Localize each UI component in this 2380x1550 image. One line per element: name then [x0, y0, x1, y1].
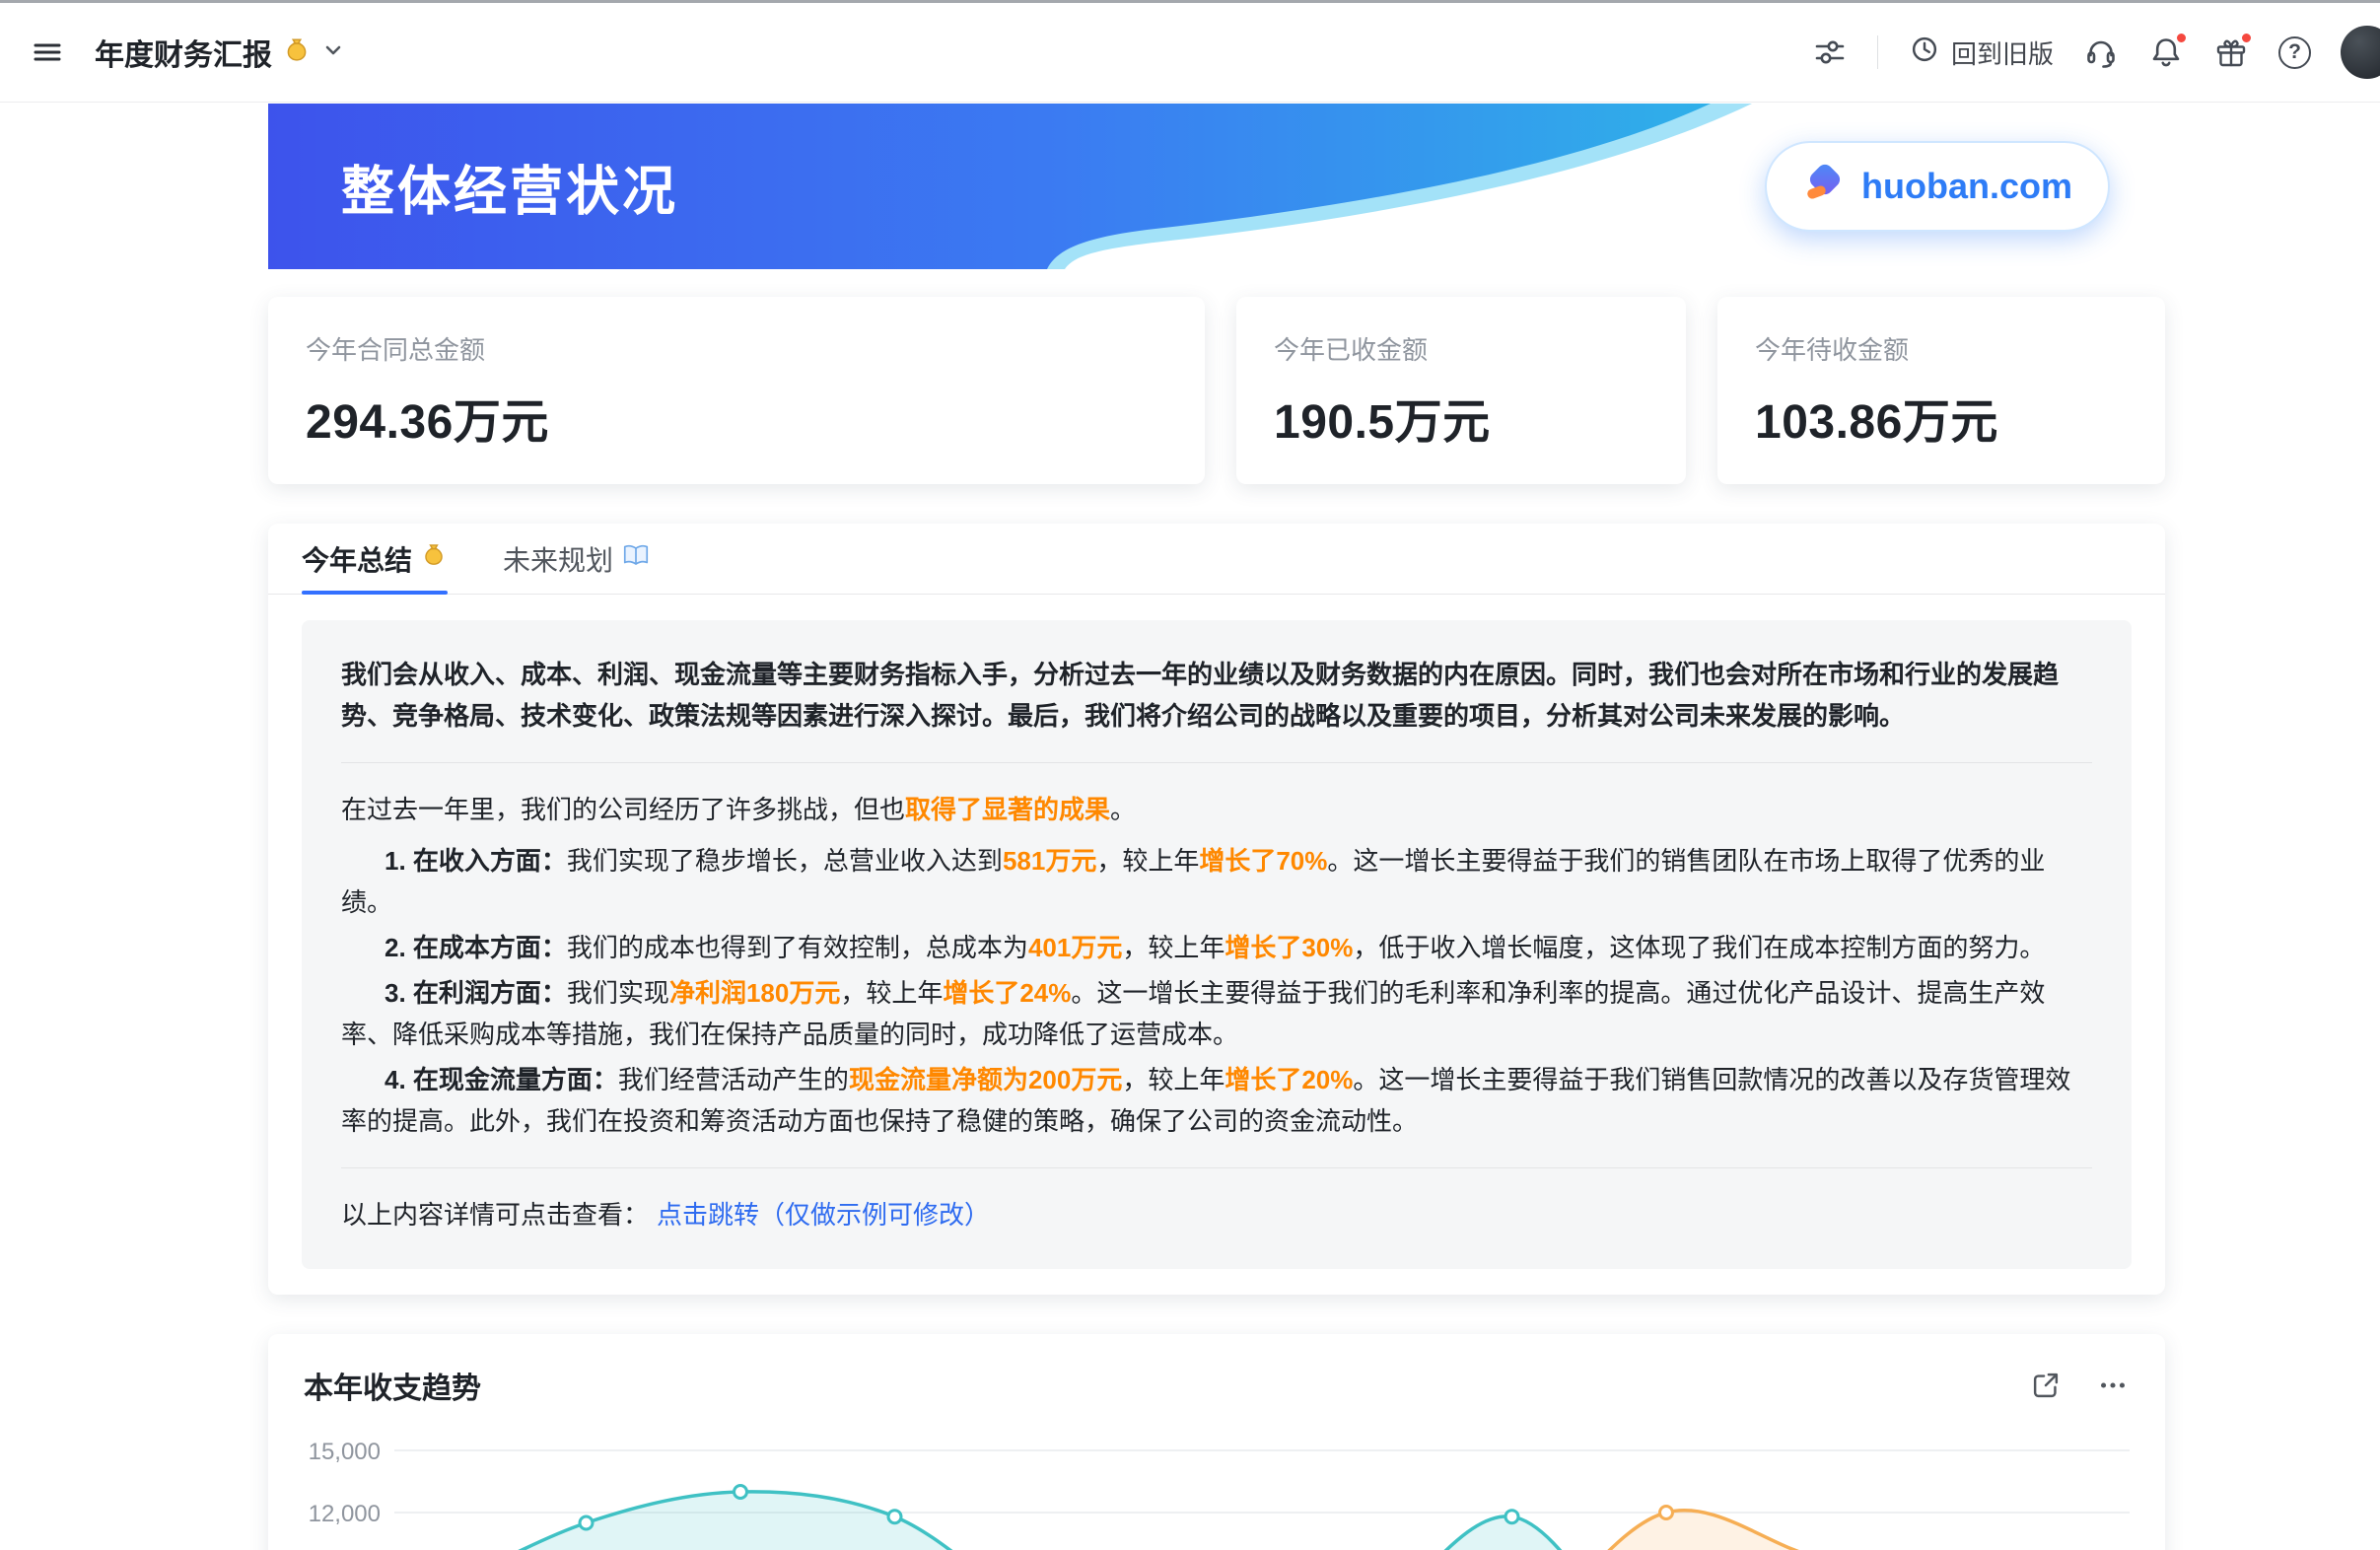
document-title[interactable]: 年度财务汇报	[95, 31, 345, 74]
huoban-logo-mark-icon	[1802, 163, 1846, 211]
history-icon	[1908, 33, 1941, 73]
open-book-icon	[621, 540, 651, 577]
chart-title: 本年收支趋势	[304, 1364, 481, 1407]
stat-value: 294.36万元	[306, 383, 1167, 452]
data-point[interactable]	[1660, 1507, 1673, 1519]
chart-actions	[2029, 1369, 2130, 1402]
chart-header: 本年收支趋势	[304, 1362, 2130, 1409]
summary-lead: 在过去一年里，我们的公司经历了许多挑战，但也取得了显著的成果。	[341, 789, 2092, 830]
bell-icon[interactable]	[2148, 35, 2184, 70]
stat-label: 今年待收金额	[1755, 330, 2128, 367]
huoban-logo-text: huoban.com	[1861, 166, 2072, 207]
summary-card: 今年总结 未来规划 我们会从收入、成本、利润	[268, 524, 2165, 1295]
divider	[341, 762, 2092, 763]
jump-link[interactable]: 点击跳转（仅做示例可修改）	[657, 1200, 990, 1230]
summary-content: 我们会从收入、成本、利润、现金流量等主要财务指标入手，分析过去一年的业绩以及财务…	[302, 620, 2132, 1269]
topbar: 年度财务汇报 回到旧版	[0, 3, 2380, 103]
display-settings-icon[interactable]	[1812, 35, 1848, 70]
user-avatar[interactable]	[2341, 26, 2380, 79]
gift-box-icon[interactable]	[2213, 35, 2249, 70]
summary-list-item: 1. 在收入方面：我们实现了稳步增长，总营业收入达到581万元，较上年增长了70…	[341, 840, 2092, 923]
main-content: 整体经营状况 huoban.com 今年合同总金额 294.36万元	[268, 104, 2165, 1550]
summary-footer-text: 以上内容详情可点击查看：	[341, 1200, 649, 1230]
topbar-divider	[1877, 35, 1878, 69]
summary-list-item: 3. 在利润方面：我们实现净利润180万元，较上年增长了24%。这一增长主要得益…	[341, 972, 2092, 1055]
trend-chart: 15,00012,0009,0006,0003,0000	[304, 1423, 2130, 1550]
chevron-down-icon	[321, 38, 345, 67]
hamburger-menu-icon[interactable]	[30, 35, 65, 70]
more-options-icon[interactable]	[2096, 1369, 2130, 1402]
trend-chart-card: 本年收支趋势 15,00012,0009,0006,0003,0000	[268, 1334, 2165, 1550]
headset-icon[interactable]	[2083, 35, 2119, 70]
stat-label: 今年合同总金额	[306, 330, 1167, 367]
tab-label: 今年总结	[302, 539, 412, 579]
y-axis-label: 12,000	[309, 1501, 381, 1527]
y-axis-label: 15,000	[309, 1439, 381, 1465]
money-bag-icon	[420, 541, 448, 576]
back-to-old-version-button[interactable]: 回到旧版	[1908, 33, 2054, 73]
help-icon[interactable]: ?	[2278, 36, 2311, 69]
chart-body: 15,00012,0009,0006,0003,0000	[304, 1423, 2130, 1550]
tab-current-year-summary[interactable]: 今年总结	[302, 524, 448, 594]
stat-value: 103.86万元	[1755, 383, 2128, 452]
page-title: 年度财务汇报	[95, 31, 272, 74]
open-external-icon[interactable]	[2029, 1369, 2063, 1402]
back-to-old-version-label: 回到旧版	[1951, 35, 2054, 71]
data-point[interactable]	[1505, 1511, 1518, 1523]
stat-card-pending: 今年待收金额 103.86万元	[1717, 297, 2165, 484]
summary-intro: 我们会从收入、成本、利润、现金流量等主要财务指标入手，分析过去一年的业绩以及财务…	[341, 654, 2092, 737]
data-point[interactable]	[580, 1516, 593, 1529]
notification-badge	[2240, 32, 2253, 44]
notification-badge	[2175, 32, 2188, 44]
summary-list: 1. 在收入方面：我们实现了稳步增长，总营业收入达到581万元，较上年增长了70…	[341, 840, 2092, 1142]
banner: 整体经营状况 huoban.com	[268, 104, 2165, 269]
summary-list-item: 2. 在成本方面：我们的成本也得到了有效控制，总成本为401万元，较上年增长了3…	[341, 927, 2092, 968]
summary-footer: 以上内容详情可点击查看： 点击跳转（仅做示例可修改）	[341, 1194, 2092, 1235]
data-point[interactable]	[735, 1486, 747, 1499]
stat-label: 今年已收金额	[1274, 330, 1648, 367]
data-point[interactable]	[888, 1511, 901, 1523]
stat-value: 190.5万元	[1274, 383, 1648, 452]
banner-title: 整体经营状况	[341, 148, 678, 226]
tab-future-plan[interactable]: 未来规划	[503, 524, 651, 594]
divider	[341, 1167, 2092, 1168]
summary-tabs: 今年总结 未来规划	[268, 524, 2165, 595]
stats-row: 今年合同总金额 294.36万元 今年已收金额 190.5万元 今年待收金额 1…	[268, 297, 2165, 484]
series-收入	[426, 1486, 2131, 1550]
series-area	[432, 1492, 2130, 1550]
money-bag-icon	[282, 35, 312, 70]
stat-card-received: 今年已收金额 190.5万元	[1236, 297, 1686, 484]
topbar-actions: 回到旧版	[1812, 26, 2348, 79]
stat-card-contract-total: 今年合同总金额 294.36万元	[268, 297, 1205, 484]
tab-label: 未来规划	[503, 539, 613, 579]
huoban-logo: huoban.com	[1765, 141, 2110, 232]
summary-list-item: 4. 在现金流量方面：我们经营活动产生的现金流量净额为200万元，较上年增长了2…	[341, 1059, 2092, 1142]
